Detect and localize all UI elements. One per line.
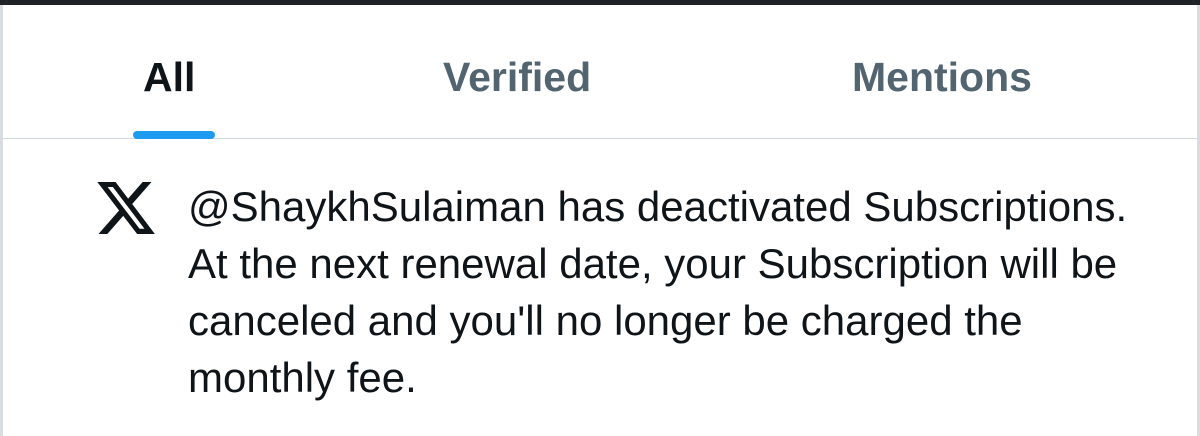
active-tab-indicator	[133, 131, 215, 139]
notification-item[interactable]: @ShaykhSulaiman has deactivated Subscrip…	[0, 140, 1200, 436]
tab-all[interactable]: All	[143, 47, 195, 107]
notification-tabs: All Verified Mentions	[0, 5, 1200, 139]
tab-mentions[interactable]: Mentions	[852, 47, 1032, 107]
tab-verified[interactable]: Verified	[443, 47, 591, 107]
x-logo-icon	[97, 182, 155, 234]
notification-text: @ShaykhSulaiman has deactivated Subscrip…	[188, 183, 1128, 401]
